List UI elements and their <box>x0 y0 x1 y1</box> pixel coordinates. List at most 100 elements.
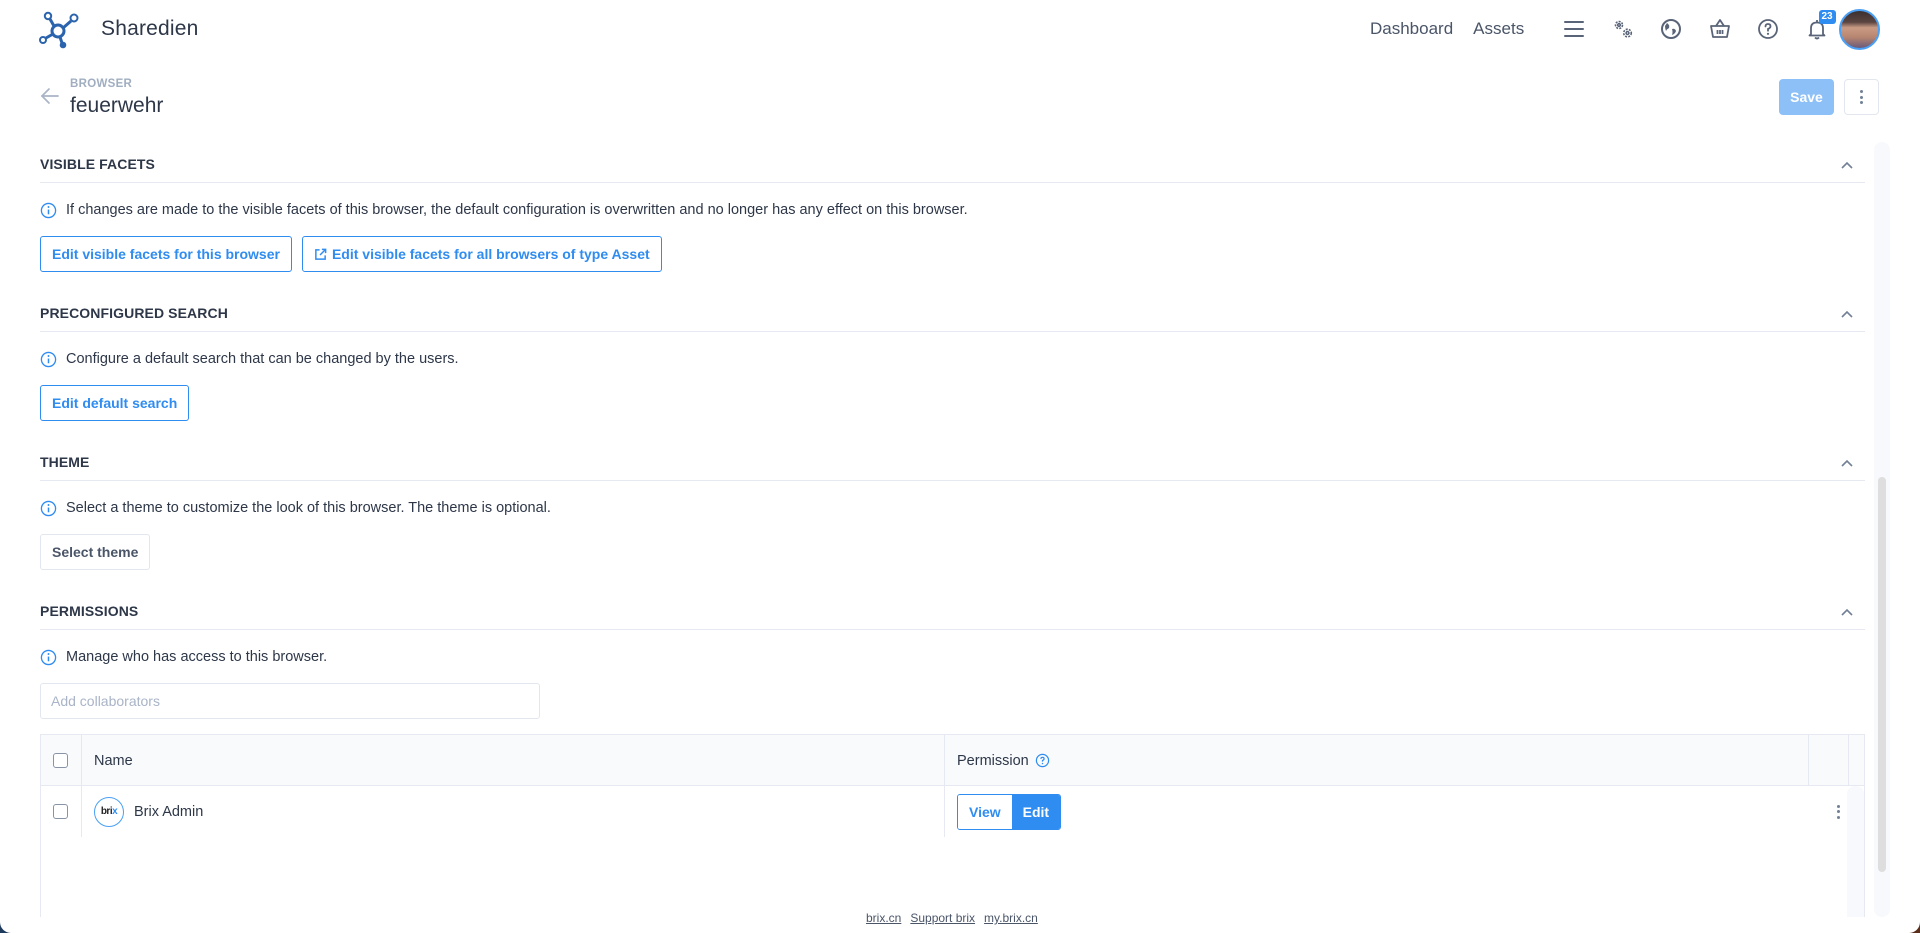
footer-link-brix[interactable]: brix.cn <box>866 911 901 925</box>
footer-links: brix.cn Support brix my.brix.cn <box>866 911 1038 925</box>
footer-link-my-brix[interactable]: my.brix.cn <box>984 911 1038 925</box>
page-title: feuerwehr <box>70 94 164 117</box>
column-divider <box>81 735 82 786</box>
chevron-up-icon[interactable] <box>1837 453 1857 473</box>
column-header-label: Permission <box>957 752 1029 769</box>
name-cell: bri x Brix Admin <box>94 786 203 837</box>
edit-default-search-button[interactable]: Edit default search <box>40 385 190 421</box>
help-circle-icon[interactable] <box>1035 753 1050 768</box>
external-link-icon <box>315 248 327 260</box>
chevron-up-icon[interactable] <box>1837 304 1857 324</box>
info-message: Select a theme to customize the look of … <box>40 498 1865 518</box>
select-theme-button[interactable]: Select theme <box>40 534 151 570</box>
main-nav: Dashboard Assets <box>1370 19 1524 39</box>
permission-view-button[interactable]: View <box>958 794 1012 829</box>
footer-link-support[interactable]: Support brix <box>910 911 975 925</box>
section-header[interactable]: THEME <box>40 445 1865 481</box>
info-icon <box>40 500 57 516</box>
section-preconfigured-search: PRECONFIGURED SEARCH Configure a default… <box>40 296 1865 421</box>
info-icon <box>40 649 57 665</box>
brand-name[interactable]: Sharedien <box>101 17 199 41</box>
button-row: Edit default search <box>40 385 1865 421</box>
row-checkbox[interactable] <box>53 804 68 819</box>
help-button[interactable] <box>1744 12 1793 46</box>
permissions-table: Name Permission bri x Brix Admin View Edi… <box>40 734 1865 917</box>
nav-icon-bar: 23 <box>1550 10 1842 46</box>
nav-link-assets[interactable]: Assets <box>1473 19 1524 39</box>
section-header[interactable]: PRECONFIGURED SEARCH <box>40 296 1865 332</box>
window-corner <box>0 921 12 933</box>
table-scrollbar[interactable] <box>1847 786 1864 917</box>
permission-toggle: View Edit <box>957 793 1062 830</box>
more-options-button[interactable] <box>1844 79 1879 115</box>
info-text: Select a theme to customize the look of … <box>66 500 551 516</box>
info-message: If changes are made to the visible facet… <box>40 200 1865 220</box>
notification-count-badge: 23 <box>1818 10 1836 24</box>
user-avatar[interactable] <box>1839 9 1880 50</box>
button-label: Edit visible facets for all browsers of … <box>331 246 650 262</box>
section-title: THEME <box>40 454 90 470</box>
row-actions-button[interactable] <box>1832 786 1844 837</box>
info-text: Configure a default search that can be c… <box>66 351 459 367</box>
section-title: PERMISSIONS <box>40 603 139 619</box>
button-row: Edit visible facets for this browser Edi… <box>40 236 1865 272</box>
column-header-name[interactable]: Name <box>94 735 133 786</box>
notifications-button[interactable]: 23 <box>1793 10 1842 46</box>
settings-gears-icon <box>1614 20 1632 38</box>
column-header-label: Name <box>94 752 133 769</box>
section-header[interactable]: PERMISSIONS <box>40 594 1865 630</box>
back-arrow-icon[interactable] <box>40 86 60 106</box>
edit-facets-all-browsers-button[interactable]: Edit visible facets for all browsers of … <box>301 236 662 272</box>
select-all-checkbox[interactable] <box>53 753 68 768</box>
settings-button[interactable] <box>1599 12 1648 46</box>
button-label: Edit default search <box>52 395 178 411</box>
avatar-text: bri <box>100 806 113 817</box>
add-collaborators-input[interactable] <box>40 683 540 719</box>
section-theme: THEME Select a theme to customize the lo… <box>40 445 1865 570</box>
basket-icon <box>1709 19 1730 38</box>
avatar-accent: x <box>112 806 118 817</box>
info-text: If changes are made to the visible facet… <box>66 202 968 218</box>
save-button[interactable]: Save <box>1779 79 1834 115</box>
collaborator-name: Brix Admin <box>134 803 204 820</box>
column-divider <box>1848 735 1849 786</box>
column-divider <box>81 786 82 837</box>
info-icon <box>40 351 57 367</box>
section-title: VISIBLE FACETS <box>40 156 155 172</box>
basket-button[interactable] <box>1696 12 1745 46</box>
row-checkbox-cell <box>53 786 68 837</box>
sharedien-logo-icon[interactable] <box>38 9 84 49</box>
help-icon <box>1758 19 1779 39</box>
permission-edit-button[interactable]: Edit <box>1011 794 1061 829</box>
page-scrollbar-thumb[interactable] <box>1878 477 1886 872</box>
edit-facets-this-browser-button[interactable]: Edit visible facets for this browser <box>40 236 292 272</box>
collaborator-avatar: bri x <box>94 796 124 827</box>
section-header[interactable]: VISIBLE FACETS <box>40 147 1865 183</box>
window-corner <box>1908 921 1920 933</box>
column-header-permission[interactable]: Permission <box>957 735 1050 786</box>
permission-cell: View Edit <box>957 786 1062 837</box>
info-message: Configure a default search that can be c… <box>40 349 1865 369</box>
column-divider <box>1808 735 1809 786</box>
vertical-dots-icon <box>1860 90 1863 104</box>
button-row: Select theme <box>40 534 1865 570</box>
info-message: Manage who has access to this browser. <box>40 647 1865 667</box>
nav-link-dashboard[interactable]: Dashboard <box>1370 19 1453 39</box>
column-divider <box>944 735 945 786</box>
section-permissions: PERMISSIONS Manage who has access to thi… <box>40 594 1865 719</box>
section-visible-facets: VISIBLE FACETS If changes are made to th… <box>40 147 1865 272</box>
breadcrumb[interactable]: BROWSER <box>70 78 132 90</box>
section-title: PRECONFIGURED SEARCH <box>40 305 228 321</box>
menu-icon <box>1564 21 1585 37</box>
language-button[interactable] <box>1647 12 1696 46</box>
table-header: Name Permission <box>41 735 1864 786</box>
top-navbar: Sharedien Dashboard Assets 23 <box>0 0 1920 58</box>
chevron-up-icon[interactable] <box>1837 602 1857 622</box>
header-checkbox-cell <box>53 735 68 786</box>
menu-button[interactable] <box>1550 12 1599 46</box>
chevron-up-icon[interactable] <box>1837 155 1857 175</box>
info-icon <box>40 202 57 218</box>
vertical-dots-icon <box>1836 804 1840 819</box>
column-divider <box>944 786 945 837</box>
info-text: Manage who has access to this browser. <box>66 649 328 665</box>
